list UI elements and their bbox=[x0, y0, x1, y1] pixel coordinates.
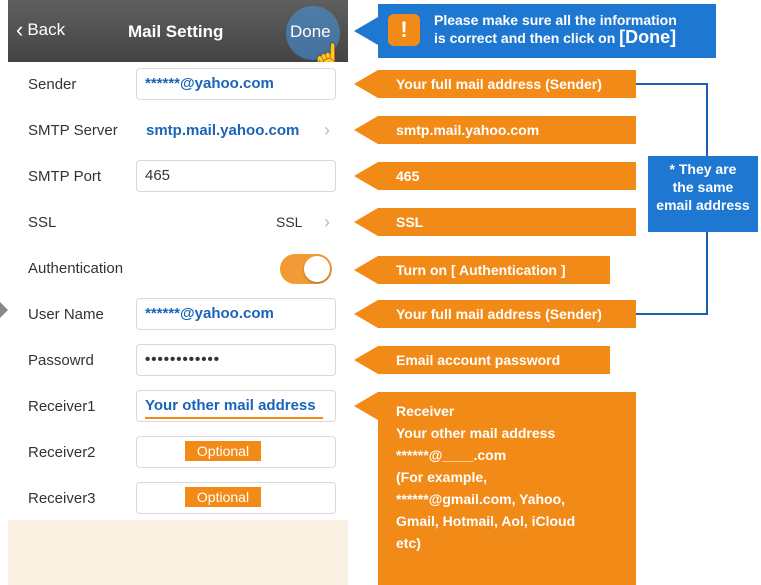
optional-badge: Optional bbox=[185, 441, 261, 461]
navigation-bar: ‹ Back Mail Setting Done ☝ bbox=[8, 0, 348, 74]
ssl-label: SSL bbox=[28, 214, 57, 231]
receiver-note-line: Gmail, Hotmail, Aol, iCloud bbox=[396, 513, 576, 529]
receiver-note-line: Receiver bbox=[396, 403, 455, 419]
back-label: Back bbox=[27, 20, 66, 39]
same-address-note: * They are the same email address bbox=[648, 156, 758, 232]
receiver-note-line: Your other mail address bbox=[396, 425, 556, 441]
annotation-smtp-port: 465 bbox=[354, 162, 636, 190]
chevron-right-icon: › bbox=[324, 120, 330, 140]
row-password: Passowrd •••••••••••• bbox=[8, 338, 348, 385]
user-name-value: ******@yahoo.com bbox=[145, 305, 274, 322]
empty-area bbox=[8, 520, 348, 585]
chevron-left-icon: ‹ bbox=[16, 17, 24, 42]
back-button[interactable]: ‹ Back bbox=[16, 17, 66, 42]
row-receiver3: Receiver3 Optional bbox=[8, 476, 348, 523]
banner-line1: Please make sure all the information bbox=[434, 12, 677, 28]
annotation-sender: Your full mail address (Sender) bbox=[354, 70, 636, 98]
row-smtp-server[interactable]: SMTP Server smtp.mail.yahoo.com › bbox=[8, 108, 348, 155]
annotation-password: Email account password bbox=[354, 346, 610, 374]
annotation-receiver: Receiver Your other mail address ******@… bbox=[354, 392, 636, 585]
sender-input[interactable]: ******@yahoo.com bbox=[136, 68, 336, 100]
instruction-banner: ! Please make sure all the information i… bbox=[354, 4, 716, 58]
row-receiver2: Receiver2 Optional bbox=[8, 430, 348, 477]
note-line2: the same bbox=[672, 179, 734, 195]
banner-text: Please make sure all the information is … bbox=[434, 12, 677, 47]
bracket-top bbox=[636, 83, 708, 85]
receiver-note-line: etc) bbox=[396, 535, 421, 551]
receiver3-input[interactable]: Optional bbox=[136, 482, 336, 514]
smtp-port-input[interactable]: 465 bbox=[136, 160, 336, 192]
optional-badge: Optional bbox=[185, 487, 261, 507]
smtp-port-label: SMTP Port bbox=[28, 168, 102, 185]
receiver3-label: Receiver3 bbox=[28, 490, 96, 507]
password-value: •••••••••••• bbox=[145, 351, 221, 368]
receiver2-input[interactable]: Optional bbox=[136, 436, 336, 468]
page-title: Mail Setting bbox=[128, 22, 224, 41]
receiver-note-line: (For example, bbox=[396, 469, 488, 485]
row-user-name: User Name ******@yahoo.com bbox=[8, 292, 348, 339]
ssl-value: SSL bbox=[276, 214, 303, 230]
phone-screen: ‹ Back Mail Setting Done ☝ Sender ******… bbox=[8, 0, 348, 585]
note-line3: email address bbox=[656, 197, 750, 213]
sender-label: Sender bbox=[28, 76, 77, 93]
receiver-note-line: ******@____.com bbox=[396, 447, 507, 463]
annotation-user-name: Your full mail address (Sender) bbox=[354, 300, 636, 328]
smtp-port-value: 465 bbox=[145, 167, 171, 184]
receiver2-label: Receiver2 bbox=[28, 444, 96, 461]
receiver1-underline bbox=[145, 417, 323, 419]
banner-line2: is correct and then click on bbox=[434, 30, 620, 46]
authentication-label: Authentication bbox=[28, 260, 124, 277]
authentication-toggle[interactable] bbox=[280, 254, 332, 284]
warning-icon: ! bbox=[388, 14, 420, 46]
row-authentication: Authentication bbox=[8, 246, 348, 293]
done-button[interactable]: Done bbox=[290, 22, 331, 42]
chevron-right-icon: › bbox=[324, 212, 330, 232]
receiver1-value: Your other mail address bbox=[145, 397, 316, 414]
annotation-ssl: SSL bbox=[354, 208, 636, 236]
note-line1: * They are bbox=[669, 161, 737, 177]
row-sender: Sender ******@yahoo.com bbox=[8, 62, 348, 109]
toggle-knob bbox=[304, 256, 330, 282]
bracket-bottom bbox=[636, 313, 708, 315]
user-name-input[interactable]: ******@yahoo.com bbox=[136, 298, 336, 330]
annotation-authentication: Turn on [ Authentication ] bbox=[354, 256, 610, 284]
receiver1-label: Receiver1 bbox=[28, 398, 96, 415]
sender-value: ******@yahoo.com bbox=[145, 75, 274, 92]
annotation-smtp-server: smtp.mail.yahoo.com bbox=[354, 116, 636, 144]
smtp-server-label: SMTP Server bbox=[28, 122, 118, 139]
password-input[interactable]: •••••••••••• bbox=[136, 344, 336, 376]
receiver-note-line: ******@gmail.com, Yahoo, bbox=[396, 491, 566, 507]
row-receiver1: Receiver1 Your other mail address bbox=[8, 384, 348, 431]
user-name-label: User Name bbox=[28, 306, 104, 323]
smtp-server-value: smtp.mail.yahoo.com bbox=[146, 122, 300, 139]
password-label: Passowrd bbox=[28, 352, 94, 369]
row-smtp-port: SMTP Port 465 bbox=[8, 154, 348, 201]
banner-done-text: [Done] bbox=[619, 27, 677, 47]
side-arrow-icon bbox=[0, 302, 8, 318]
row-ssl[interactable]: SSL SSL › bbox=[8, 200, 348, 247]
receiver1-input[interactable]: Your other mail address bbox=[136, 390, 336, 422]
